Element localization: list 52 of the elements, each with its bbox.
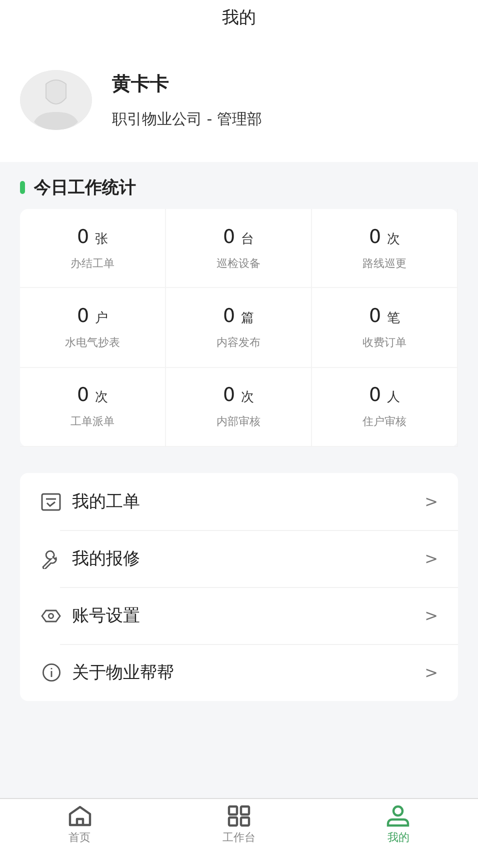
stat-unit: 篇 [241,310,254,327]
eye-icon [41,608,61,622]
section-marker [20,181,25,194]
stat-unit: 笔 [387,310,400,327]
menu-item[interactable]: 关于物业帮帮 > [20,644,458,701]
stat-label: 巡检设备 [216,256,260,271]
menu-label: 关于物业帮帮 [72,662,175,684]
stat-value: 0 [222,304,236,327]
stat-label: 工单派单 [70,414,114,430]
menu-label: 账号设置 [72,605,141,627]
tab-item[interactable]: 工作台 [159,799,319,850]
user-icon [386,804,410,826]
stat-label: 住户审核 [362,414,406,430]
stat-label: 办结工单 [70,256,114,271]
stat-value: 0 [222,226,236,248]
info-icon [42,663,60,682]
menu-label: 我的报修 [72,548,141,570]
organization-text: 职引物业公司 - 管理部 [112,110,262,129]
stat-value: 0 [368,226,382,248]
stat-unit: 次 [95,389,108,406]
stat-unit: 人 [387,389,400,406]
section-title: 今日工作统计 [34,177,136,199]
stat-unit: 张 [95,230,108,248]
page-title: 我的 [221,6,257,30]
stat-unit: 次 [241,389,254,406]
grid-icon [226,804,251,826]
menu-label: 我的工单 [72,491,141,513]
stat-unit: 户 [95,310,108,327]
menu-item[interactable]: 我的报修 > [20,530,458,587]
home-icon [68,804,92,826]
checklist-icon [41,492,61,510]
menu-item[interactable]: 我的工单 > [20,473,458,530]
chevron-icon: > [424,549,438,568]
chevron-icon: > [424,492,438,511]
stat-label: 路线巡更 [362,256,406,271]
stat-label: 收费订单 [362,334,406,350]
stat-label: 内容发布 [216,334,260,350]
stat-value: 0 [368,384,382,406]
user-name: 黄卡卡 [112,72,170,97]
stat-value: 0 [76,226,90,248]
stat-unit: 次 [387,230,400,248]
stat-value: 0 [76,384,90,406]
menu-item[interactable]: 账号设置 > [20,587,458,644]
chevron-icon: > [424,663,438,682]
stat-label: 内部审核 [216,414,260,430]
stat-value: 0 [368,304,382,327]
stat-value: 0 [222,384,236,406]
tab-item[interactable]: 首页 [0,799,160,850]
stat-label: 水电气抄表 [65,334,120,350]
chevron-icon: > [424,606,438,625]
stat-value: 0 [76,304,90,327]
stat-unit: 台 [241,230,254,248]
